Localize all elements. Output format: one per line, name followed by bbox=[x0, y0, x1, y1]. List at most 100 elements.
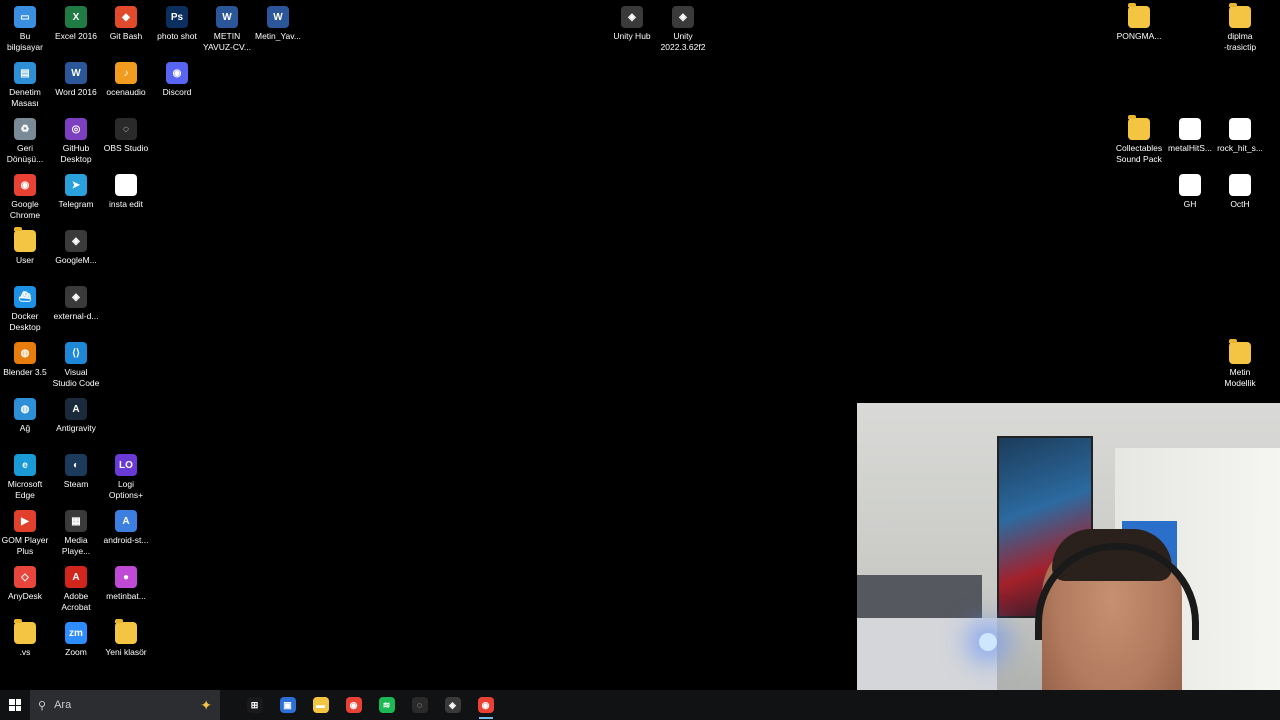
desktop-shortcut-label: OBS Studio bbox=[103, 143, 149, 153]
desktop-shortcut[interactable]: ⛴ Docker Desktop bbox=[0, 280, 50, 333]
copilot-sparkle-icon: ✦ bbox=[200, 696, 212, 713]
desktop-shortcut[interactable]: diplma -trasictip bbox=[1215, 0, 1265, 53]
desktop-shortcut[interactable]: PONGMA... bbox=[1114, 0, 1164, 42]
taskbar-button[interactable]: ▣ bbox=[271, 690, 304, 720]
desktop-shortcut[interactable]: e Microsoft Edge bbox=[0, 448, 50, 501]
acrobat-icon: A bbox=[65, 566, 87, 588]
desktop-shortcut[interactable]: ◉ Google Chrome bbox=[0, 168, 50, 221]
unity-shortcut-icon: ◈ bbox=[65, 230, 87, 252]
desktop-shortcut[interactable]: Yeni klasör bbox=[101, 616, 151, 658]
word-doc-icon: W bbox=[216, 6, 238, 28]
desktop-shortcut-label: Logi Options+ bbox=[108, 479, 144, 500]
desktop-shortcut[interactable]: ◈ external-d... bbox=[51, 280, 101, 322]
media-player-icon: ▦ bbox=[65, 510, 87, 532]
folder-icon bbox=[1229, 3, 1251, 28]
taskbar-button[interactable]: ◉ bbox=[469, 690, 502, 720]
desktop-shortcut-label: metinbat... bbox=[106, 591, 146, 601]
taskbar-button[interactable]: ◉ bbox=[337, 690, 370, 720]
desktop-shortcut[interactable]: ▶ metalHitS... bbox=[1165, 112, 1215, 154]
desktop-shortcut-label: Antigravity bbox=[56, 423, 96, 433]
desktop-shortcut[interactable]: W METIN YAVUZ-CV... bbox=[202, 0, 252, 53]
desktop-shortcut[interactable]: ◎ GitHub Desktop bbox=[51, 112, 101, 165]
desktop-shortcut[interactable]: ◉ Discord bbox=[152, 56, 202, 98]
taskbar-button[interactable]: ◌ bbox=[403, 690, 436, 720]
desktop-shortcut[interactable]: .vs bbox=[0, 616, 50, 658]
taskbar-search-box[interactable]: ⚲ Ara ✦ bbox=[30, 690, 220, 720]
edge-icon: e bbox=[14, 454, 36, 476]
git-bash-icon: ◆ bbox=[115, 6, 137, 28]
desktop-shortcut[interactable]: ⟨⟩ Visual Studio Code bbox=[51, 336, 101, 389]
audio-file-icon: ▶ bbox=[1229, 174, 1251, 196]
desktop-shortcut-label: Bu bilgisayar bbox=[7, 31, 43, 52]
desktop-shortcut[interactable]: ◐ Steam bbox=[51, 448, 101, 490]
taskbar-button[interactable]: ≋ bbox=[370, 690, 403, 720]
desktop-shortcut[interactable]: ➤ Telegram bbox=[51, 168, 101, 210]
taskbar-button[interactable]: ⊞ bbox=[238, 690, 271, 720]
desktop-shortcut[interactable]: ◈ GoogleM... bbox=[51, 224, 101, 266]
desktop-shortcut[interactable]: ▶ OctH bbox=[1215, 168, 1265, 210]
desktop-shortcut-label: User bbox=[16, 255, 34, 265]
desktop-shortcut[interactable]: ▭ Bu bilgisayar bbox=[0, 0, 50, 53]
desktop-shortcut[interactable]: ◌ OBS Studio bbox=[101, 112, 151, 154]
steam-icon: ◐ bbox=[65, 454, 87, 476]
desktop-shortcut-label: Docker Desktop bbox=[9, 311, 41, 332]
desktop-shortcut[interactable]: ▶ GH bbox=[1165, 168, 1215, 210]
android-studio-icon: A bbox=[115, 510, 137, 532]
desktop-shortcut-label: .vs bbox=[19, 647, 31, 657]
desktop-shortcut-label: AnyDesk bbox=[7, 591, 42, 601]
desktop-shortcut[interactable]: ▶ GOM Player Plus bbox=[0, 504, 50, 557]
computer-icon: ▭ bbox=[14, 6, 36, 28]
desktop-shortcut[interactable]: ◍ Blender 3.5 bbox=[0, 336, 50, 378]
desktop-shortcut[interactable]: ◈ Unity Hub bbox=[607, 0, 657, 42]
desktop-shortcut[interactable]: ▶ insta edit bbox=[101, 168, 151, 210]
desktop-shortcut-label: Collectables Sound Pack bbox=[1115, 143, 1163, 164]
desktop-shortcut[interactable]: ◈ Unity 2022.3.62f2 bbox=[658, 0, 708, 53]
desktop-shortcut[interactable]: Ps photo shot bbox=[152, 0, 202, 42]
desktop-shortcut-label: Unity 2022.3.62f2 bbox=[660, 31, 706, 52]
desktop-shortcut[interactable]: ▦ Media Playe... bbox=[51, 504, 101, 557]
unity-shortcut-icon: ◈ bbox=[65, 286, 87, 308]
logi-icon: LO bbox=[115, 454, 137, 476]
desktop-shortcut-label: Geri Dönüşü... bbox=[6, 143, 44, 164]
audio-file-icon: ▶ bbox=[1179, 174, 1201, 196]
desktop-shortcut[interactable]: Aandroid-st... bbox=[101, 504, 151, 546]
search-placeholder: Ara bbox=[54, 699, 72, 711]
desktop-shortcut-label: ocenaudio bbox=[106, 87, 146, 97]
desktop-shortcut[interactable]: ▤ Denetim Masası bbox=[0, 56, 50, 109]
desktop-shortcut[interactable]: W Word 2016 bbox=[51, 56, 101, 98]
desktop-shortcut-label: insta edit bbox=[108, 199, 144, 209]
desktop-shortcut[interactable]: X Excel 2016 bbox=[51, 0, 101, 42]
taskbar: ⚲ Ara ✦ ⊞ ▣ ▬ ◉ ≋ ◌ ◈ ◉ bbox=[0, 690, 1280, 720]
desktop-shortcut[interactable]: LO Logi Options+ bbox=[101, 448, 151, 501]
desktop-shortcut[interactable]: W Metin_Yav... bbox=[253, 0, 303, 42]
desktop-shortcut[interactable]: ▶ rock_hit_s... bbox=[1215, 112, 1265, 154]
desktop-shortcut-label: GoogleM... bbox=[55, 255, 97, 265]
desktop-shortcut[interactable]: ◆ Git Bash bbox=[101, 0, 151, 42]
desktop-shortcut[interactable]: ◇ AnyDesk bbox=[0, 560, 50, 602]
desktop-shortcut-label: Git Bash bbox=[109, 31, 143, 41]
desktop-shortcut-label: GOM Player Plus bbox=[1, 535, 49, 556]
desktop-shortcut[interactable]: ♪ ocenaudio bbox=[101, 56, 151, 98]
desktop-shortcut-label: Yeni klasör bbox=[105, 647, 147, 657]
desktop-shortcut[interactable]: A Antigravity bbox=[51, 392, 101, 434]
desktop-shortcut[interactable]: Collectables Sound Pack bbox=[1114, 112, 1164, 165]
desktop-shortcut[interactable]: User bbox=[0, 224, 50, 266]
unity-icon: ◈ bbox=[672, 6, 694, 28]
search-icon: ⚲ bbox=[38, 699, 47, 712]
desktop-shortcut-label: diplma -trasictip bbox=[1223, 31, 1257, 52]
taskbar-button[interactable]: ◈ bbox=[436, 690, 469, 720]
desktop-shortcut[interactable]: ● metinbat... bbox=[101, 560, 151, 602]
desktop-shortcut-label: rock_hit_s... bbox=[1217, 143, 1263, 153]
desktop-shortcut[interactable]: zm Zoom bbox=[51, 616, 101, 658]
desktop-shortcut[interactable]: ◍ Ağ bbox=[0, 392, 50, 434]
desktop-shortcut-label: OctH bbox=[1230, 199, 1250, 209]
word-doc-icon: W bbox=[267, 6, 289, 28]
unity-icon: ◈ bbox=[444, 697, 461, 713]
desktop-shortcut-label: Visual Studio Code bbox=[52, 367, 100, 388]
start-button[interactable] bbox=[0, 690, 30, 720]
desktop-shortcut[interactable]: A Adobe Acrobat bbox=[51, 560, 101, 613]
desktop-shortcut[interactable]: Metin Modellik bbox=[1215, 336, 1265, 389]
windows-logo-icon bbox=[9, 699, 21, 711]
desktop-shortcut[interactable]: ♻ Geri Dönüşü... bbox=[0, 112, 50, 165]
taskbar-button[interactable]: ▬ bbox=[304, 690, 337, 720]
